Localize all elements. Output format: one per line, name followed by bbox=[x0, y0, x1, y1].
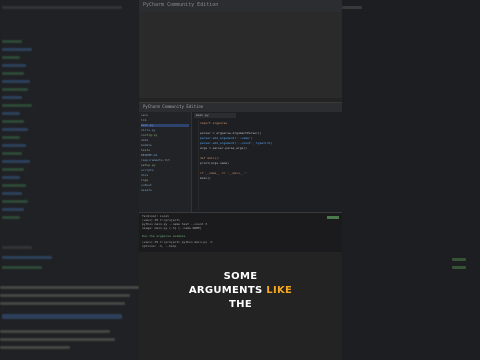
code-line: parser = argparse.ArgumentParser() bbox=[200, 131, 262, 135]
tree-item[interactable]: data bbox=[141, 139, 148, 142]
project-tree[interactable]: venv lib main.py utils.py config.py data… bbox=[139, 112, 192, 212]
tree-item[interactable]: config.py bbox=[141, 134, 157, 137]
terminal-line: usage: main.py [-h] [--name NAME] bbox=[142, 226, 202, 230]
window-title: PyCharm Community Edition bbox=[143, 2, 219, 8]
caption-line-2: ARGUMENTS LIKE bbox=[139, 284, 342, 298]
tree-item[interactable]: README.md bbox=[141, 154, 157, 157]
caption-line-3: THE bbox=[229, 299, 252, 310]
tree-item[interactable]: logs bbox=[141, 179, 148, 182]
video-caption: SOME ARGUMENTS LIKE THE bbox=[139, 270, 342, 312]
tree-item[interactable]: models bbox=[141, 144, 152, 147]
tree-item[interactable]: lib bbox=[141, 119, 146, 122]
ide-titlebar: PyCharm Community Edition bbox=[139, 103, 342, 112]
code-line: print(args.name) bbox=[200, 161, 229, 165]
code-line: parser.add_argument('--name') bbox=[200, 136, 253, 140]
line-gutter bbox=[192, 120, 199, 210]
tree-item[interactable]: assets bbox=[141, 189, 152, 192]
code-line: args = parser.parse_args() bbox=[200, 146, 247, 150]
top-bar: PyCharm Community Edition bbox=[139, 0, 342, 12]
code-editor[interactable]: main.py import argparse parser = argpars… bbox=[192, 112, 342, 212]
caption-line-1: SOME bbox=[223, 271, 258, 282]
terminal-panel[interactable]: Terminal: Local (venv) PS C:\project> py… bbox=[139, 212, 342, 252]
tree-item[interactable]: output bbox=[141, 184, 152, 187]
code-line: main() bbox=[200, 176, 211, 180]
terminal-line: options: -h, --help bbox=[142, 244, 177, 248]
blurred-left-panel bbox=[0, 0, 139, 360]
code-line: parser.add_argument('--count', type=int) bbox=[200, 141, 273, 145]
code-line: if __name__ == '__main__': bbox=[200, 171, 247, 175]
tree-item[interactable]: scripts bbox=[141, 169, 154, 172]
tree-item[interactable]: tests bbox=[141, 149, 150, 152]
terminal-line: Run the argparse example bbox=[142, 234, 186, 238]
tree-item[interactable]: requirements.txt bbox=[141, 159, 170, 162]
ide-window: PyCharm Community Edition venv lib main.… bbox=[139, 102, 342, 252]
tree-item[interactable]: venv bbox=[141, 114, 148, 117]
blurred-right-panel bbox=[342, 0, 480, 360]
tree-item[interactable]: utils.py bbox=[141, 129, 155, 132]
tree-item[interactable]: docs bbox=[141, 174, 148, 177]
caption-highlight-word: LIKE bbox=[266, 285, 293, 296]
code-line: import argparse bbox=[200, 121, 228, 125]
tree-item[interactable]: setup.py bbox=[141, 164, 155, 167]
top-area: PyCharm Community Edition bbox=[139, 0, 342, 98]
caption-word: ARGUMENTS bbox=[188, 285, 263, 296]
tree-item-selected[interactable]: main.py bbox=[141, 124, 189, 127]
code-line: def main(): bbox=[200, 156, 220, 160]
progress-indicator bbox=[327, 216, 339, 219]
ide-title: PyCharm Community Edition bbox=[143, 104, 204, 109]
editor-tab[interactable]: main.py bbox=[194, 113, 236, 118]
